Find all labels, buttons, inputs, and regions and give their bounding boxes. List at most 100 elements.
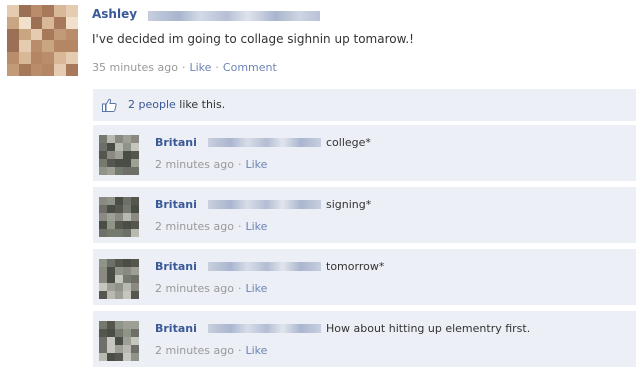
avatar-pixel: [18, 64, 31, 76]
avatar-pixel: [99, 337, 107, 345]
avatar-pixel: [115, 275, 123, 283]
post-comment-link[interactable]: Comment: [223, 61, 277, 74]
commenter-name[interactable]: Britani: [155, 136, 197, 149]
commenter-name[interactable]: Britani: [155, 322, 197, 335]
avatar-pixel: [99, 143, 107, 151]
commenter-name[interactable]: Britani: [155, 198, 197, 211]
separator: ·: [237, 282, 242, 295]
avatar-pixel: [123, 197, 131, 205]
avatar-pixel: [99, 159, 107, 167]
avatar-pixel: [123, 259, 131, 267]
avatar-pixel: [54, 40, 67, 53]
avatar-pixel: [7, 64, 19, 76]
comment-text: signing*: [326, 198, 372, 211]
avatar-pixel: [107, 329, 115, 337]
post-like-link[interactable]: Like: [189, 61, 211, 74]
comment-like-link[interactable]: Like: [245, 158, 267, 171]
avatar-pixel: [66, 16, 78, 29]
likes-count-link[interactable]: 2 people: [128, 98, 176, 111]
avatar-pixel: [42, 28, 55, 41]
likes-summary: 2 people like this.: [93, 89, 636, 121]
avatar-pixel: [131, 353, 139, 361]
avatar-pixel: [131, 345, 139, 353]
commenter-avatar[interactable]: [99, 135, 139, 175]
avatar-pixel: [54, 16, 67, 29]
avatar-pixel: [115, 353, 123, 361]
avatar-pixel: [123, 159, 131, 167]
avatar-pixel: [131, 329, 139, 337]
avatar-pixel: [107, 159, 115, 167]
avatar-pixel: [123, 337, 131, 345]
avatar-pixel: [107, 151, 115, 159]
avatar-pixel: [99, 329, 107, 337]
comment-like-link[interactable]: Like: [245, 282, 267, 295]
avatar-pixel: [123, 267, 131, 275]
avatar-pixel: [123, 321, 131, 329]
avatar-pixel: [115, 197, 123, 205]
avatar-pixel: [107, 167, 115, 175]
comment: Britani tomorrow* 2 minutes ago · Like: [93, 248, 636, 305]
avatar-pixel: [131, 267, 139, 275]
avatar-pixel: [131, 159, 139, 167]
avatar-pixel: [107, 135, 115, 143]
avatar-pixel: [66, 28, 78, 41]
avatar-pixel: [18, 5, 31, 17]
avatar-pixel: [7, 16, 19, 29]
separator: ·: [237, 344, 242, 357]
comment-timestamp: 2 minutes ago: [155, 158, 234, 171]
avatar-pixel: [99, 151, 107, 159]
avatar-pixel: [115, 321, 123, 329]
avatar-pixel: [123, 151, 131, 159]
avatar-pixel: [123, 345, 131, 353]
comment-like-link[interactable]: Like: [245, 220, 267, 233]
separator: ·: [237, 220, 242, 233]
avatar-pixel: [42, 40, 55, 53]
avatar-pixel: [99, 135, 107, 143]
avatar-pixel: [99, 197, 107, 205]
avatar-pixel: [131, 167, 139, 175]
commenter-avatar[interactable]: [99, 321, 139, 361]
avatar-pixel: [107, 291, 115, 299]
avatar-pixel: [7, 40, 19, 53]
commenter-avatar[interactable]: [99, 197, 139, 237]
avatar-pixel: [123, 329, 131, 337]
avatar-pixel: [99, 213, 107, 221]
avatar-pixel: [131, 283, 139, 291]
avatar-pixel: [123, 205, 131, 213]
avatar-pixel: [115, 259, 123, 267]
comment-meta: 2 minutes ago · Like: [155, 282, 267, 295]
avatar-pixel: [99, 221, 107, 229]
post-author-name[interactable]: Ashley: [92, 7, 137, 21]
avatar-pixel: [115, 213, 123, 221]
avatar-pixel: [18, 40, 31, 53]
avatar-pixel: [131, 205, 139, 213]
avatar-pixel: [131, 291, 139, 299]
comment: Britani signing* 2 minutes ago · Like: [93, 186, 636, 243]
post-author-avatar[interactable]: [7, 5, 78, 76]
avatar-pixel: [42, 16, 55, 29]
comment: Britani How about hitting up elementry f…: [93, 310, 636, 367]
likes-suffix: like this.: [175, 98, 226, 111]
commenter-avatar[interactable]: [99, 259, 139, 299]
comment-timestamp: 2 minutes ago: [155, 220, 234, 233]
comment-like-link[interactable]: Like: [245, 344, 267, 357]
avatar-pixel: [99, 167, 107, 175]
avatar-pixel: [107, 259, 115, 267]
avatar-pixel: [107, 205, 115, 213]
likes-text: 2 people like this.: [128, 98, 225, 111]
avatar-pixel: [107, 321, 115, 329]
commenter-name[interactable]: Britani: [155, 260, 197, 273]
avatar-pixel: [30, 52, 43, 65]
avatar-pixel: [7, 52, 19, 65]
avatar-pixel: [107, 353, 115, 361]
separator: ·: [237, 158, 242, 171]
comment-text: college*: [326, 136, 371, 149]
avatar-pixel: [107, 275, 115, 283]
avatar-pixel: [30, 16, 43, 29]
separator: ·: [215, 61, 219, 74]
avatar-pixel: [107, 345, 115, 353]
avatar-pixel: [54, 52, 67, 65]
comment-text: How about hitting up elementry first.: [326, 322, 531, 335]
post-text: I've decided im going to collage sighnin…: [92, 32, 414, 46]
blurred-surname: [148, 11, 320, 21]
